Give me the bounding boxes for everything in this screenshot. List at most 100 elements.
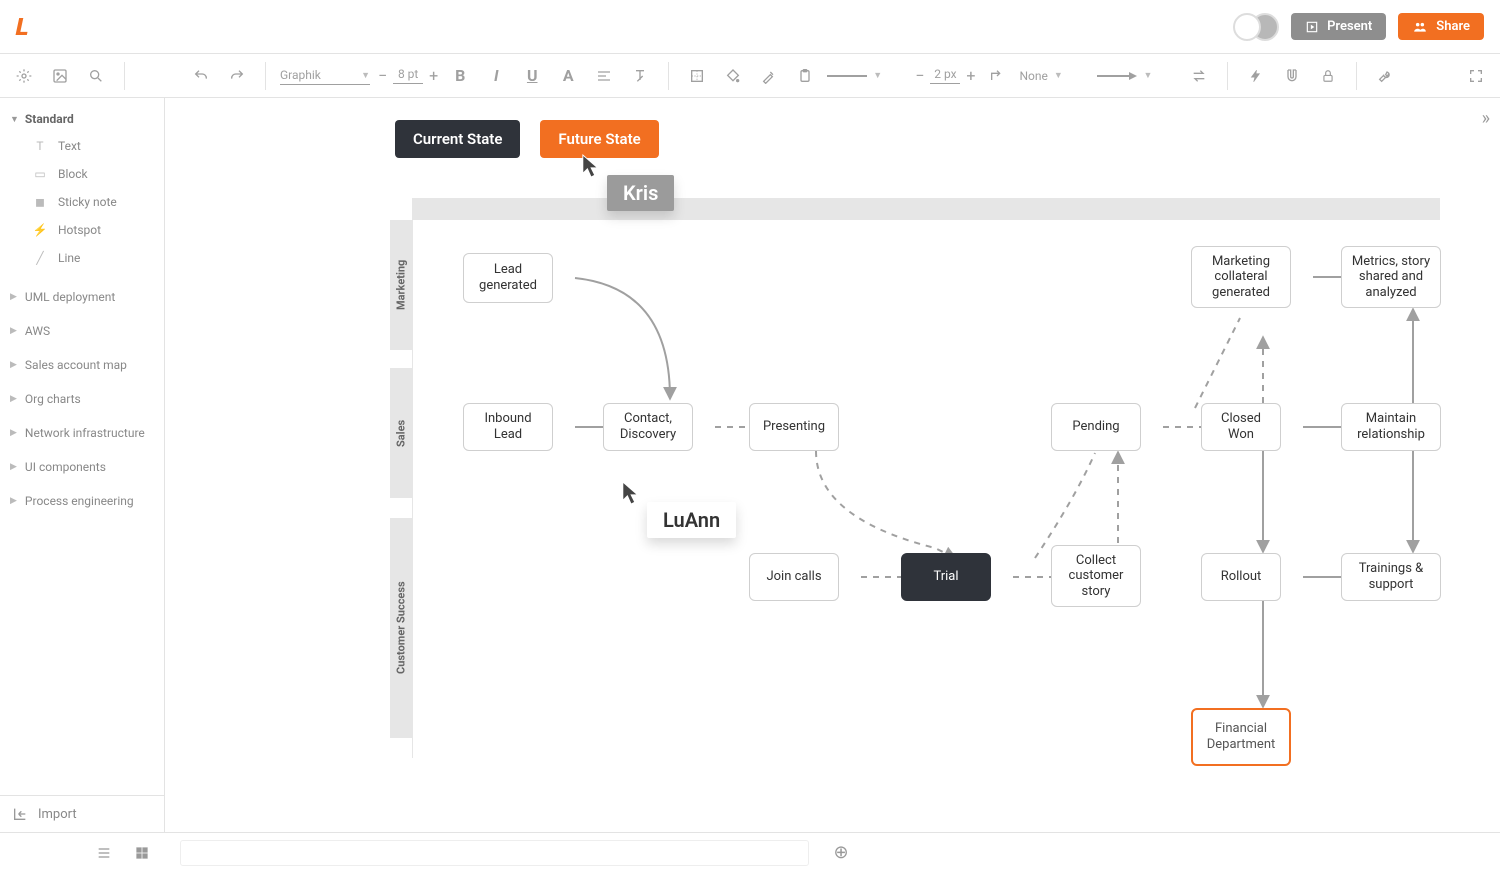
underline-icon[interactable]: U — [518, 62, 546, 90]
import-button[interactable]: Import — [0, 795, 164, 832]
category-item[interactable]: ▶Process engineering — [10, 484, 154, 518]
category-label: Sales account map — [25, 358, 127, 372]
clear-format-icon[interactable] — [626, 62, 654, 90]
shape-label: Line — [58, 251, 80, 265]
category-item[interactable]: ▶ Network infrastructure — [10, 416, 154, 450]
category-item[interactable]: ▶ UI components — [10, 450, 154, 484]
search-icon[interactable] — [82, 62, 110, 90]
list-view-icon[interactable] — [90, 839, 118, 867]
category-label: Process engineering — [25, 494, 134, 508]
category-label: UML deployment — [25, 290, 115, 304]
shape-glyph-icon: ◼ — [32, 194, 48, 210]
stroke-width-stepper[interactable]: − 2 px + — [915, 66, 975, 85]
section-standard[interactable]: ▼ Standard — [10, 106, 154, 132]
shape-item[interactable]: ▭Block — [10, 160, 154, 188]
swap-endpoints-icon[interactable] — [1185, 62, 1213, 90]
share-button[interactable]: Share — [1398, 13, 1484, 40]
minus-icon[interactable]: − — [378, 66, 387, 85]
presence-avatars[interactable] — [1233, 13, 1279, 41]
triangle-right-icon: ▶ — [10, 428, 17, 438]
triangle-right-icon: ▶ — [10, 462, 17, 472]
canvas[interactable]: » Current StateFuture State MarketingSal… — [165, 98, 1500, 832]
avatar[interactable] — [1233, 13, 1261, 41]
minus-icon[interactable]: − — [915, 66, 924, 85]
add-page-icon[interactable]: ⊕ — [833, 842, 848, 863]
editor-toolbar: Graphik ▼ − 8 pt + B I U A ▼ − 2 px + No… — [0, 54, 1500, 98]
font-size-stepper[interactable]: − 8 pt + — [378, 66, 438, 85]
endpoint-right-select[interactable]: ▼ — [1097, 70, 1177, 81]
app-header: L Present Share — [0, 0, 1500, 54]
swimlane-label: Customer Success — [390, 518, 412, 738]
lightning-icon[interactable] — [1242, 62, 1270, 90]
image-icon[interactable] — [46, 62, 74, 90]
gear-icon[interactable] — [10, 62, 38, 90]
diagram-node-collect[interactable]: Collect customer story — [1051, 545, 1141, 607]
text-color-icon[interactable]: A — [554, 62, 582, 90]
diagram-node-contact[interactable]: Contact, Discovery — [603, 403, 693, 451]
state-tabs: Current State Future State — [395, 120, 659, 158]
page-tabs[interactable] — [180, 840, 809, 866]
redo-icon[interactable] — [223, 62, 251, 90]
diagram-node-training[interactable]: Trainings & support — [1341, 553, 1441, 601]
diagram-node-lead[interactable]: Lead generated — [463, 253, 553, 303]
diagram-node-closed[interactable]: Closed Won — [1201, 403, 1281, 451]
chevron-down-icon: ▼ — [873, 70, 882, 81]
category-label: Org charts — [25, 392, 81, 406]
shapes-panel: ▼ Standard TText▭Block◼Sticky note⚡Hotsp… — [0, 98, 165, 832]
border-icon[interactable] — [683, 62, 711, 90]
app-logo: L — [13, 13, 32, 41]
bold-icon[interactable]: B — [446, 62, 474, 90]
shape-item[interactable]: ⚡Hotspot — [10, 216, 154, 244]
paste-style-icon[interactable] — [791, 62, 819, 90]
font-family-select[interactable]: Graphik ▼ — [280, 66, 370, 85]
swimlane-label: Marketing — [390, 220, 412, 350]
category-item[interactable]: ▶Sales account map — [10, 348, 154, 382]
diagram-node-maintain[interactable]: Maintain relationship — [1341, 403, 1441, 451]
italic-icon[interactable]: I — [482, 62, 510, 90]
plus-icon[interactable]: + — [429, 66, 438, 85]
people-icon — [1412, 20, 1428, 34]
state-tab[interactable]: Future State — [540, 120, 658, 158]
lock-icon[interactable] — [1314, 62, 1342, 90]
stroke-width-value[interactable]: 2 px — [930, 67, 960, 84]
triangle-right-icon: ▶ — [10, 326, 17, 336]
wrench-icon[interactable] — [1371, 62, 1399, 90]
connector-type-icon[interactable] — [983, 62, 1011, 90]
shape-item[interactable]: TText — [10, 132, 154, 160]
line-style-select[interactable]: ▼ — [827, 70, 907, 81]
undo-icon[interactable] — [187, 62, 215, 90]
grid-view-icon[interactable] — [128, 839, 156, 867]
shape-item[interactable]: ╱Line — [10, 244, 154, 272]
font-size-value[interactable]: 8 pt — [393, 67, 423, 84]
diagram-node-pending[interactable]: Pending — [1051, 403, 1141, 451]
color-picker-icon[interactable] — [755, 62, 783, 90]
category-label: UI components — [25, 460, 106, 474]
diagram-node-inbound[interactable]: Inbound Lead — [463, 403, 553, 451]
align-icon[interactable] — [590, 62, 618, 90]
diagram-node-metrics[interactable]: Metrics, story shared and analyzed — [1341, 246, 1441, 308]
diagram-node-join[interactable]: Join calls — [749, 553, 839, 601]
chevron-down-icon: ▼ — [361, 70, 370, 81]
chevron-down-icon: ▼ — [1054, 70, 1063, 81]
fill-icon[interactable] — [719, 62, 747, 90]
swimlane-diagram[interactable]: MarketingSalesCustomer Success — [390, 198, 1440, 758]
endpoint-left-select[interactable]: None ▼ — [1019, 69, 1089, 83]
fullscreen-icon[interactable] — [1462, 62, 1490, 90]
diagram-node-trial[interactable]: Trial — [901, 553, 991, 601]
diagram-node-financial[interactable]: Financial Department — [1191, 708, 1291, 766]
diagram-node-presenting[interactable]: Presenting — [749, 403, 839, 451]
section-label: Standard — [25, 112, 74, 126]
category-item[interactable]: ▶AWS — [10, 314, 154, 348]
present-button[interactable]: Present — [1291, 13, 1386, 40]
shape-item[interactable]: ◼Sticky note — [10, 188, 154, 216]
category-item[interactable]: ▶Org charts — [10, 382, 154, 416]
state-tab[interactable]: Current State — [395, 120, 520, 158]
diagram-node-mktg[interactable]: Marketing collateral generated — [1191, 246, 1291, 308]
share-label: Share — [1436, 19, 1470, 34]
magnet-icon[interactable] — [1278, 62, 1306, 90]
plus-icon[interactable]: + — [966, 66, 975, 85]
shape-label: Text — [58, 139, 81, 153]
diagram-node-rollout[interactable]: Rollout — [1201, 553, 1281, 601]
category-item[interactable]: ▶UML deployment — [10, 280, 154, 314]
category-label: Network infrastructure — [25, 426, 145, 440]
